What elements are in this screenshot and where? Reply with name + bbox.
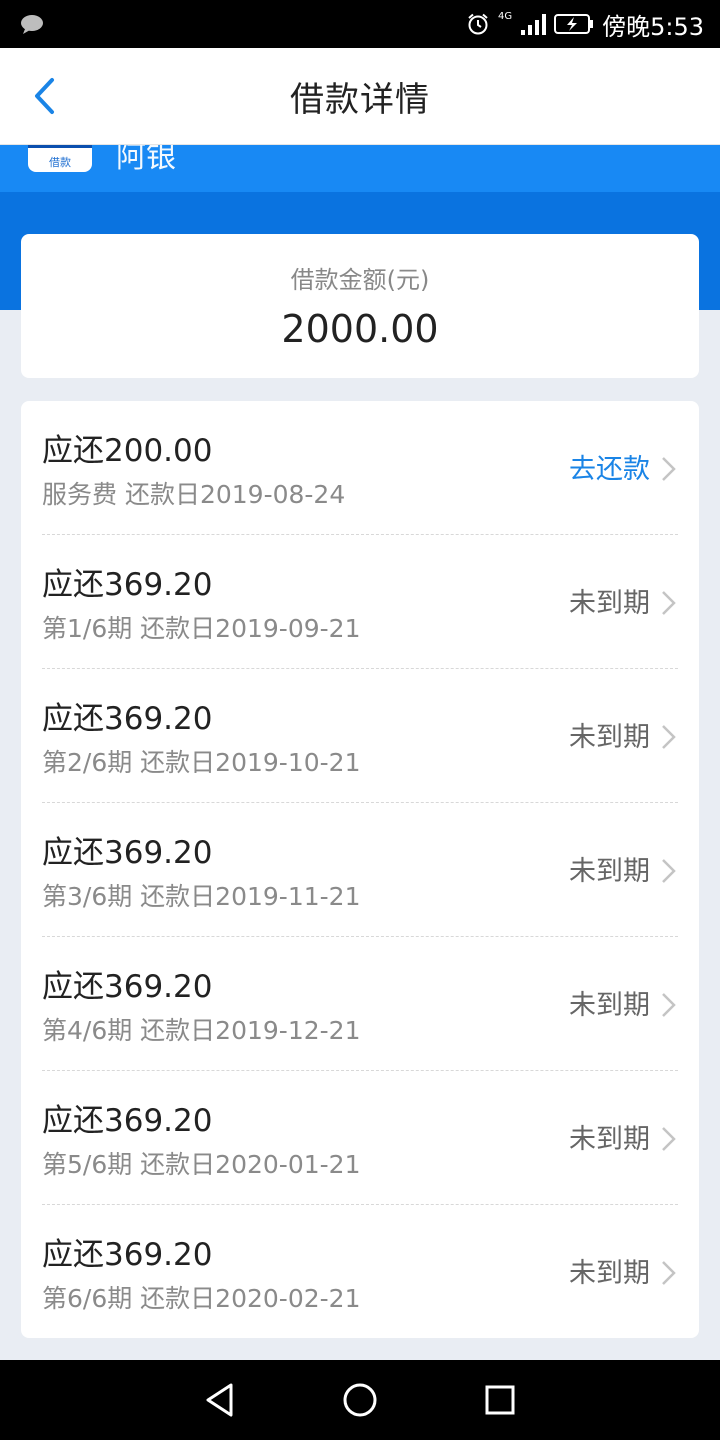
repayment-list: 应还200.00 服务费 还款日2019-08-24 去还款 应还369.20 …	[21, 401, 699, 1338]
system-recents-button[interactable]	[476, 1376, 524, 1424]
repayment-amount: 应还369.20	[42, 969, 213, 1005]
nav-header: 借款详情	[0, 48, 720, 144]
battery-charging-icon	[554, 14, 594, 34]
repayment-amount: 应还369.20	[42, 701, 213, 737]
repayment-status: 未到期	[569, 722, 650, 753]
back-triangle-icon	[206, 1383, 233, 1417]
repayment-amount: 应还369.20	[42, 1237, 213, 1273]
repayment-status: 未到期	[569, 1124, 650, 1155]
chevron-left-icon	[35, 78, 54, 114]
alarm-icon	[468, 13, 488, 35]
repayment-date: 第1/6期 还款日2019-09-21	[42, 614, 361, 643]
system-home-button[interactable]	[336, 1376, 384, 1424]
repay-now-link[interactable]: 去还款	[569, 447, 650, 486]
page-title: 借款详情	[290, 79, 430, 120]
system-back-button[interactable]	[196, 1376, 244, 1424]
loan-amount-card: 借款金额(元) 2000.00	[21, 234, 699, 378]
chevron-right-icon	[662, 725, 676, 749]
loan-amount-value: 2000.00	[281, 307, 439, 351]
system-nav-bar	[0, 1360, 720, 1440]
chat-icon	[21, 15, 43, 34]
repayment-amount: 应还200.00	[42, 433, 213, 469]
loan-amount-label: 借款金额(元)	[290, 266, 430, 294]
repayment-row[interactable]: 应还369.20 第5/6期 还款日2020-01-21 未到期	[42, 1071, 678, 1205]
repayment-amount: 应还369.20	[42, 1103, 213, 1139]
brand-logo: 借款	[28, 138, 92, 172]
repayment-amount: 应还369.20	[42, 567, 213, 603]
repayment-row[interactable]: 应还369.20 第3/6期 还款日2019-11-21 未到期	[42, 803, 678, 937]
status-time: 傍晚5:53	[602, 12, 704, 41]
repayment-status: 未到期	[569, 588, 650, 619]
back-button[interactable]	[20, 72, 68, 120]
repayment-row[interactable]: 应还369.20 第6/6期 还款日2020-02-21 未到期	[42, 1205, 678, 1338]
brand-strip: 借款 阿银	[0, 138, 720, 192]
status-bar: 4G 傍晚5:53	[0, 0, 720, 48]
repayment-date: 第3/6期 还款日2019-11-21	[42, 882, 361, 911]
chevron-right-icon	[662, 457, 676, 481]
repayment-date: 第2/6期 还款日2019-10-21	[42, 748, 361, 777]
chevron-right-icon	[662, 859, 676, 883]
signal-icon	[521, 14, 547, 35]
repayment-row[interactable]: 应还369.20 第1/6期 还款日2019-09-21 未到期	[42, 535, 678, 669]
repayment-date: 第4/6期 还款日2019-12-21	[42, 1016, 361, 1045]
repayment-status: 未到期	[569, 856, 650, 887]
chevron-right-icon	[662, 1261, 676, 1285]
home-circle-icon	[343, 1383, 377, 1417]
chevron-right-icon	[662, 1127, 676, 1151]
repayment-date: 第5/6期 还款日2020-01-21	[42, 1150, 361, 1179]
repayment-row[interactable]: 应还369.20 第4/6期 还款日2019-12-21 未到期	[42, 937, 678, 1071]
repayment-date: 第6/6期 还款日2020-02-21	[42, 1284, 361, 1313]
network-type: 4G	[497, 11, 513, 22]
repayment-status: 未到期	[569, 990, 650, 1021]
repayment-date: 服务费 还款日2019-08-24	[42, 480, 346, 509]
chevron-right-icon	[662, 993, 676, 1017]
repayment-row[interactable]: 应还369.20 第2/6期 还款日2019-10-21 未到期	[42, 669, 678, 803]
chevron-right-icon	[662, 591, 676, 615]
repayment-row[interactable]: 应还200.00 服务费 还款日2019-08-24 去还款	[42, 401, 678, 535]
repayment-amount: 应还369.20	[42, 835, 213, 871]
repayment-status: 未到期	[569, 1258, 650, 1289]
recents-square-icon	[485, 1385, 515, 1415]
